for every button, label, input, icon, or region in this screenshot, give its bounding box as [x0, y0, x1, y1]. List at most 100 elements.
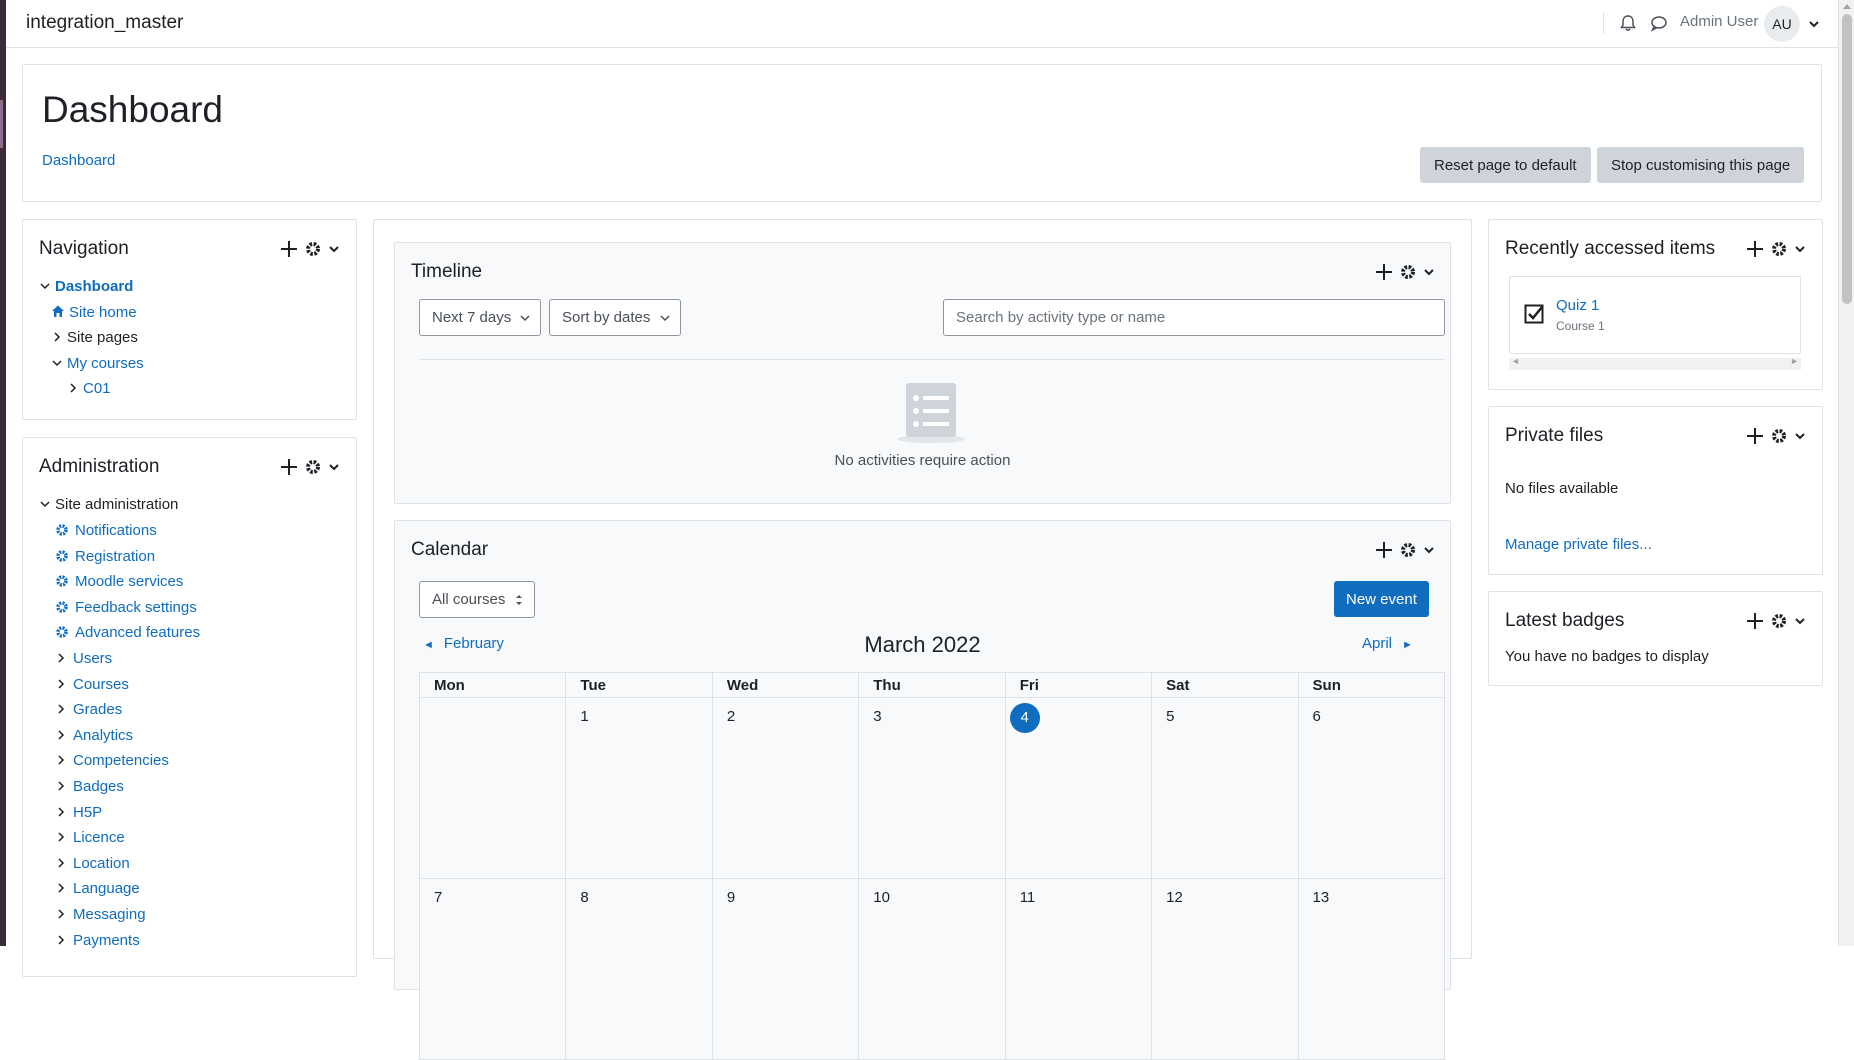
stop-customising-button[interactable]: Stop customising this page — [1597, 147, 1805, 183]
admin-item[interactable]: Courses — [55, 672, 129, 698]
admin-item[interactable]: Messaging — [55, 902, 146, 928]
admin-label[interactable]: Courses — [73, 676, 129, 693]
admin-label[interactable]: Payments — [73, 932, 140, 949]
admin-item[interactable]: Registration — [55, 544, 155, 570]
scrollbar-thumb[interactable] — [1842, 14, 1852, 304]
avatar[interactable]: AU — [1764, 6, 1800, 42]
admin-label[interactable]: Site administration — [55, 496, 178, 513]
bell-icon[interactable] — [1618, 13, 1638, 33]
admin-label[interactable]: Users — [73, 650, 112, 667]
calendar-day[interactable]: 7 — [418, 878, 567, 1060]
calendar-day[interactable] — [418, 697, 567, 879]
day-number[interactable]: 11 — [1020, 889, 1036, 906]
admin-item-site-administration[interactable]: Site administration — [39, 492, 178, 518]
admin-label[interactable]: H5P — [73, 804, 102, 821]
calendar-day[interactable]: 4 — [1004, 697, 1153, 879]
day-number[interactable]: 2 — [727, 708, 735, 725]
block-controls[interactable] — [1375, 541, 1435, 559]
admin-item[interactable]: Competencies — [55, 748, 169, 774]
admin-label[interactable]: Language — [73, 880, 140, 897]
nav-label[interactable]: C01 — [83, 380, 111, 397]
nav-item-c01[interactable]: C01 — [67, 376, 111, 402]
block-controls[interactable] — [1375, 263, 1435, 281]
admin-item[interactable]: Users — [55, 646, 112, 672]
admin-label[interactable]: Registration — [75, 548, 155, 565]
today-marker[interactable]: 4 — [1009, 703, 1040, 733]
day-number[interactable]: 13 — [1313, 889, 1330, 906]
recent-item-name[interactable]: Quiz 1 — [1556, 297, 1599, 314]
day-number[interactable]: 1 — [580, 708, 588, 725]
nav-label[interactable]: My courses — [67, 355, 144, 372]
nav-item-dashboard[interactable]: Dashboard — [39, 274, 133, 300]
nav-label[interactable]: Site home — [69, 304, 137, 321]
chevron-down-icon[interactable] — [1806, 16, 1822, 32]
scroll-up-arrow-icon[interactable] — [1843, 4, 1851, 9]
admin-label[interactable]: Licence — [73, 829, 125, 846]
new-event-button[interactable]: New event — [1334, 581, 1429, 617]
admin-label[interactable]: Moodle services — [75, 573, 183, 590]
block-controls[interactable] — [1746, 240, 1806, 258]
admin-item[interactable]: Analytics — [55, 723, 133, 749]
block-controls[interactable] — [280, 458, 340, 476]
block-controls[interactable] — [1746, 612, 1806, 630]
calendar-day[interactable]: 2 — [711, 697, 860, 879]
admin-label[interactable]: Advanced features — [75, 624, 200, 641]
calendar-day[interactable]: 13 — [1297, 878, 1446, 1060]
recent-item-card[interactable]: Quiz 1 Course 1 — [1509, 276, 1801, 354]
day-number[interactable]: 10 — [873, 889, 890, 906]
chat-icon[interactable] — [1649, 13, 1669, 33]
reset-page-button[interactable]: Reset page to default — [1420, 147, 1591, 183]
day-number[interactable]: 6 — [1313, 708, 1321, 725]
admin-item[interactable]: Badges — [55, 774, 124, 800]
admin-label[interactable]: Messaging — [73, 906, 146, 923]
page-scrollbar[interactable] — [1838, 0, 1854, 946]
admin-item[interactable]: Location — [55, 851, 130, 877]
calendar-day[interactable]: 9 — [711, 878, 860, 1060]
calendar-day[interactable]: 8 — [565, 878, 713, 1060]
day-number[interactable]: 8 — [580, 889, 588, 906]
calendar-day[interactable]: 3 — [858, 697, 1006, 879]
admin-label[interactable]: Notifications — [75, 522, 157, 539]
admin-item[interactable]: Licence — [55, 825, 125, 851]
calendar-day[interactable]: 12 — [1151, 878, 1299, 1060]
nav-label[interactable]: Dashboard — [55, 278, 133, 295]
block-controls[interactable] — [1746, 427, 1806, 445]
calendar-day[interactable]: 1 — [565, 697, 713, 879]
admin-label[interactable]: Grades — [73, 701, 122, 718]
calendar-day[interactable]: 10 — [858, 878, 1006, 1060]
nav-item-site-pages[interactable]: Site pages — [51, 325, 138, 351]
calendar-day[interactable]: 5 — [1151, 697, 1299, 879]
calendar-course-filter[interactable]: All courses — [419, 581, 535, 618]
block-controls[interactable] — [280, 240, 340, 258]
admin-label[interactable]: Feedback settings — [75, 599, 197, 616]
scroll-left-arrow-icon[interactable]: ◄ — [1511, 356, 1520, 366]
admin-item[interactable]: Language — [55, 876, 140, 902]
admin-item[interactable]: Feedback settings — [55, 595, 197, 621]
admin-label[interactable]: Badges — [73, 778, 124, 795]
admin-item[interactable]: Payments — [55, 928, 140, 954]
admin-item[interactable]: H5P — [55, 800, 102, 826]
day-number[interactable]: 12 — [1166, 889, 1183, 906]
timeline-sort-select[interactable]: Sort by dates — [549, 299, 681, 336]
day-number[interactable]: 5 — [1166, 708, 1174, 725]
admin-item[interactable]: Notifications — [55, 518, 157, 544]
admin-item[interactable]: Moodle services — [55, 569, 183, 595]
user-name[interactable]: Admin User — [1680, 13, 1758, 30]
admin-label[interactable]: Competencies — [73, 752, 169, 769]
recent-horizontal-scrollbar[interactable]: ◄ ► — [1509, 356, 1801, 370]
site-brand[interactable]: integration_master — [26, 12, 183, 34]
manage-private-files-link[interactable]: Manage private files... — [1505, 536, 1652, 553]
admin-item[interactable]: Grades — [55, 697, 122, 723]
calendar-day[interactable]: 11 — [1004, 878, 1153, 1060]
day-number[interactable]: 7 — [434, 889, 442, 906]
timeline-search-input[interactable] — [943, 299, 1445, 336]
timeline-day-filter[interactable]: Next 7 days — [419, 299, 541, 336]
nav-item-site-home[interactable]: Site home — [51, 300, 137, 326]
admin-label[interactable]: Analytics — [73, 727, 133, 744]
nav-label[interactable]: Site pages — [67, 329, 138, 346]
day-number[interactable]: 9 — [727, 889, 735, 906]
scroll-right-arrow-icon[interactable]: ► — [1790, 356, 1799, 366]
breadcrumb[interactable]: Dashboard — [42, 152, 115, 169]
next-month-link[interactable]: April ► — [1362, 635, 1413, 652]
admin-label[interactable]: Location — [73, 855, 130, 872]
